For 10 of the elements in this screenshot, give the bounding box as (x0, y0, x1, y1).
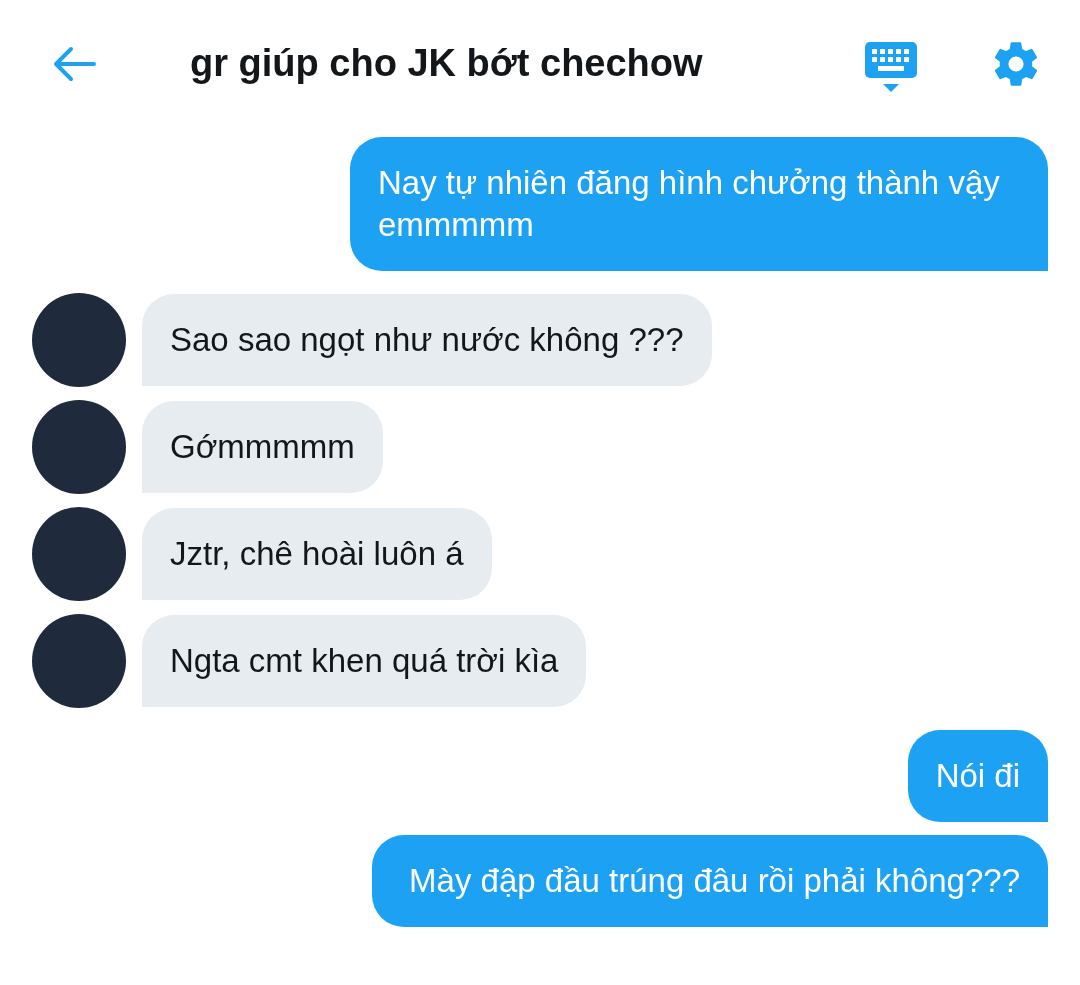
received-message-bubble: Gớmmmmm (142, 401, 383, 493)
sent-message-bubble: Mày đập đầu trúng đâu rồi phải không??? (371, 835, 1048, 927)
received-message-bubble: Sao sao ngọt như nước không ??? (142, 294, 712, 386)
received-message-bubble: Ngta cmt khen quá trời kìa (142, 615, 587, 707)
sent-message-bubble: Nay tự nhiên đăng hình chưởng thành vậy emmmmm (350, 137, 1048, 271)
sent-message-bubble: Nói đi (907, 730, 1048, 822)
keyboard-icon[interactable] (864, 39, 918, 94)
conversation-title: gr giúp cho JK bớt chechow (190, 42, 703, 85)
received-message-bubble: Jztr, chê hoài luôn á (142, 508, 492, 600)
back-button[interactable] (52, 45, 96, 82)
